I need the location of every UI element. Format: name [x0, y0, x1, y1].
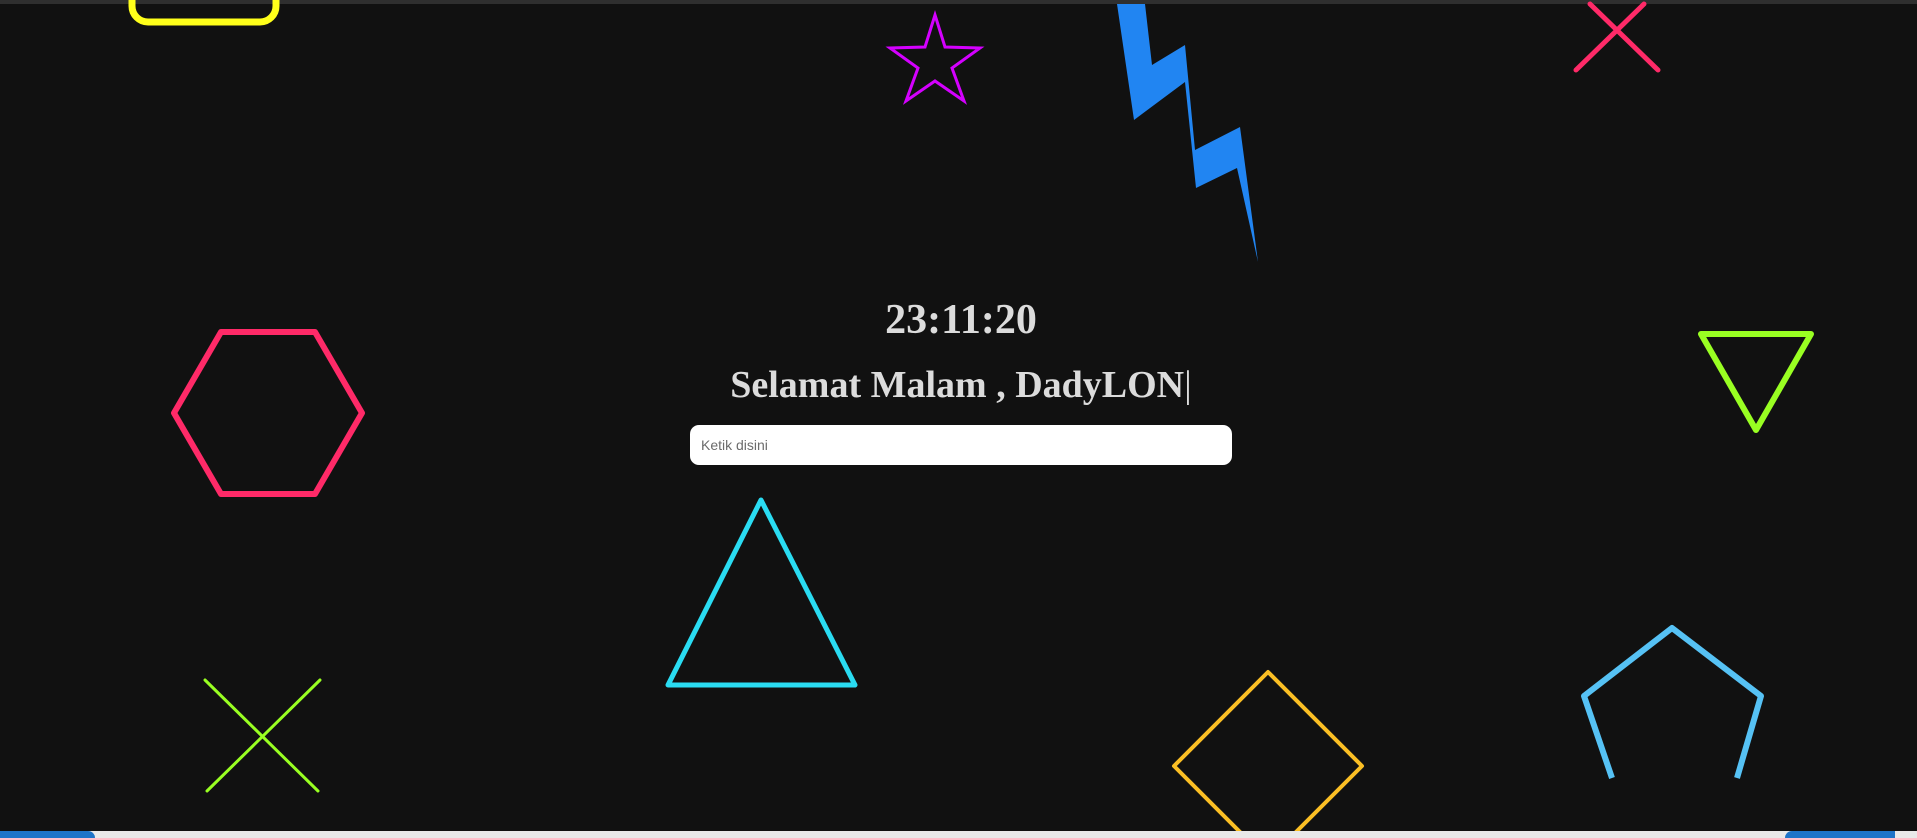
- bottom-decoration-left: [0, 831, 95, 838]
- triangle-shape: [665, 497, 858, 688]
- greeting-panel: 23:11:20 Selamat Malam , DadyLON|: [690, 292, 1232, 465]
- lightning-bolt-shape: [1117, 4, 1258, 262]
- pentagon-shape: [1581, 625, 1764, 779]
- hexagon-shape: [171, 329, 365, 497]
- bottom-decoration-right: [1785, 831, 1895, 838]
- search-input[interactable]: [690, 425, 1232, 465]
- rounded-rectangle-shape: [128, 0, 280, 26]
- star-shape: [885, 9, 985, 105]
- diamond-shape: [1172, 670, 1364, 838]
- greeting-text: Selamat Malam , DadyLON|: [690, 360, 1232, 410]
- window-bottom-edge: [0, 831, 1917, 838]
- x-mark-shape: [1573, 1, 1661, 73]
- typing-cursor: |: [1184, 364, 1192, 406]
- greeting-message: Selamat Malam , DadyLON: [730, 364, 1185, 406]
- down-triangle-shape: [1698, 331, 1814, 433]
- x-mark-shape: [203, 678, 322, 793]
- clock-display: 23:11:20: [885, 297, 1037, 343]
